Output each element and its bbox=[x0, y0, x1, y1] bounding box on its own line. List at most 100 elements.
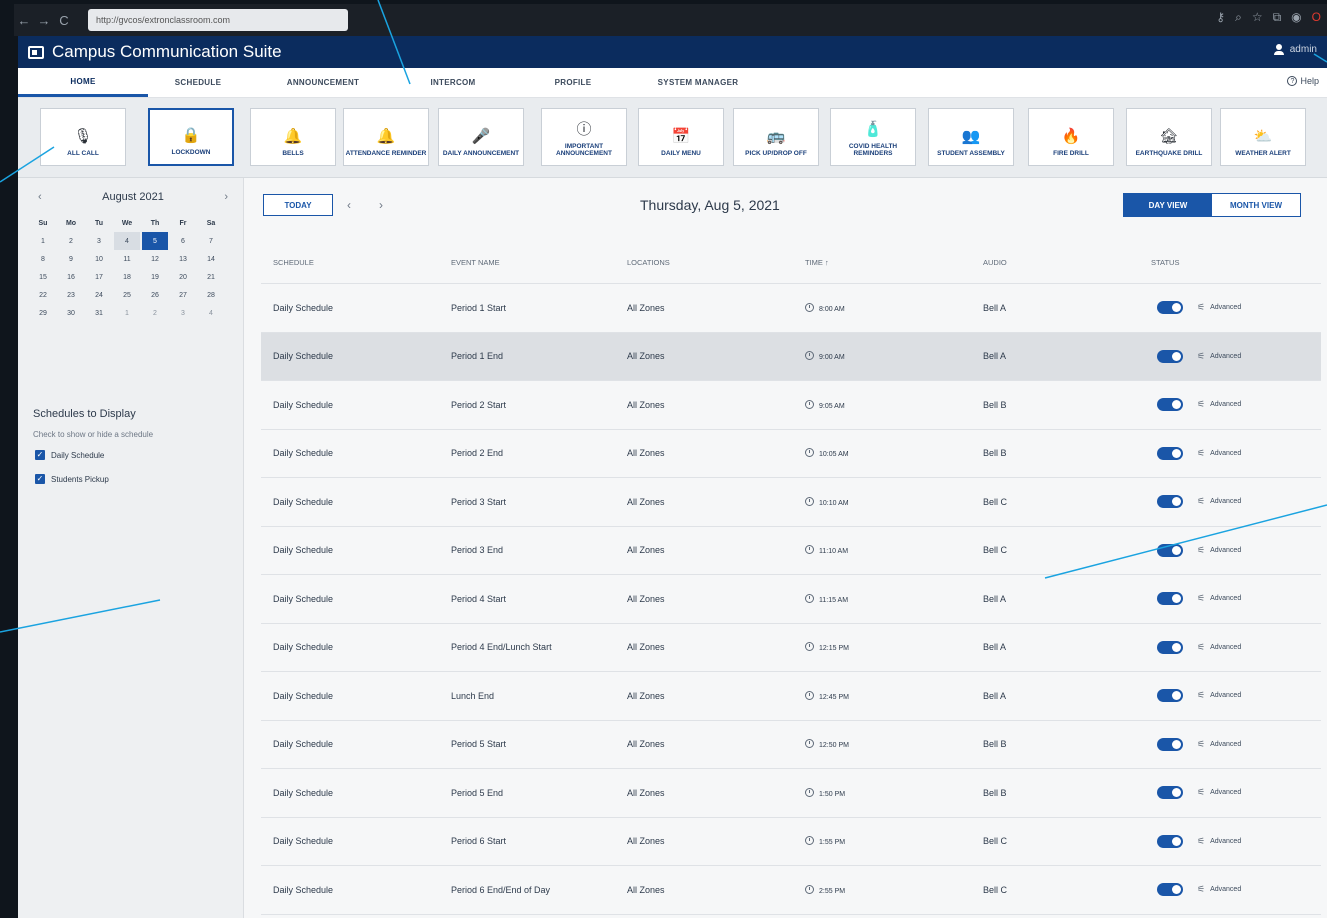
header-locations[interactable]: LOCATIONS bbox=[615, 258, 793, 267]
header-audio[interactable]: AUDIO bbox=[971, 258, 1139, 267]
calendar-day[interactable]: 8 bbox=[30, 250, 56, 268]
calendar-day[interactable]: 26 bbox=[142, 286, 168, 304]
tab-schedule[interactable]: SCHEDULE bbox=[148, 68, 248, 97]
advanced-link[interactable]: ⚟ Advanced bbox=[1197, 302, 1241, 313]
status-toggle[interactable] bbox=[1157, 689, 1183, 703]
status-toggle[interactable] bbox=[1157, 543, 1183, 557]
checkbox-checked-icon[interactable]: ✓ bbox=[35, 450, 45, 460]
calendar-day[interactable]: 3 bbox=[170, 304, 196, 322]
advanced-link[interactable]: ⚟ Advanced bbox=[1197, 642, 1241, 653]
calendar-day[interactable]: 20 bbox=[170, 268, 196, 286]
calendar-day[interactable]: 4 bbox=[114, 232, 140, 250]
header-status[interactable]: STATUS bbox=[1139, 258, 1321, 267]
calendar-day[interactable]: 2 bbox=[58, 232, 84, 250]
tab-profile[interactable]: PROFILE bbox=[508, 68, 638, 97]
calendar-day[interactable]: 11 bbox=[114, 250, 140, 268]
alert-daily-announcement[interactable]: 🎤 DAILY ANNOUNCEMENT bbox=[438, 108, 524, 166]
day-view-button[interactable]: DAY VIEW bbox=[1124, 194, 1212, 216]
back-icon[interactable]: ← bbox=[14, 13, 34, 28]
advanced-link[interactable]: ⚟ Advanced bbox=[1197, 739, 1241, 750]
table-row[interactable]: Daily Schedule Period 4 End/Lunch Start Al… bbox=[261, 624, 1321, 672]
table-row[interactable]: Daily Schedule Period 2 Start All Zones 9:0… bbox=[261, 381, 1321, 430]
table-row[interactable]: Daily Schedule Period 6 Start All Zones 1:5… bbox=[261, 818, 1321, 866]
calendar-day[interactable]: 10 bbox=[86, 250, 112, 268]
status-toggle[interactable] bbox=[1157, 398, 1183, 412]
table-row[interactable]: Daily Schedule Period 5 End All Zones 1:50 … bbox=[261, 769, 1321, 818]
header-schedule[interactable]: SCHEDULE bbox=[261, 258, 439, 267]
alert-pick-up-drop-off[interactable]: 🚌 PICK UP/DROP OFF bbox=[733, 108, 819, 166]
status-toggle[interactable] bbox=[1157, 883, 1183, 897]
tab-announcement[interactable]: ANNOUNCEMENT bbox=[248, 68, 398, 97]
table-row[interactable]: Daily Schedule Period 4 Start All Zones 11:… bbox=[261, 575, 1321, 624]
calendar-day[interactable]: 23 bbox=[58, 286, 84, 304]
calendar-day[interactable]: 22 bbox=[30, 286, 56, 304]
table-row[interactable]: Daily Schedule Period 3 End All Zones 11:10… bbox=[261, 527, 1321, 575]
tab-intercom[interactable]: INTERCOM bbox=[398, 68, 508, 97]
status-toggle[interactable] bbox=[1157, 786, 1183, 800]
calendar-day[interactable]: 1 bbox=[114, 304, 140, 322]
advanced-link[interactable]: ⚟ Advanced bbox=[1197, 836, 1241, 847]
tab-home[interactable]: HOME bbox=[18, 68, 148, 97]
calendar-day[interactable]: 31 bbox=[86, 304, 112, 322]
account-icon[interactable]: ◉ bbox=[1291, 10, 1301, 25]
status-toggle[interactable] bbox=[1157, 301, 1183, 315]
advanced-link[interactable]: ⚟ Advanced bbox=[1197, 884, 1241, 895]
status-toggle[interactable] bbox=[1157, 640, 1183, 654]
forward-icon[interactable]: → bbox=[34, 13, 54, 28]
schedule-filter-daily[interactable]: ✓ Daily Schedule bbox=[35, 450, 104, 460]
star-icon[interactable]: ☆ bbox=[1252, 10, 1263, 25]
status-toggle[interactable] bbox=[1157, 495, 1183, 509]
alert-bells[interactable]: 🔔 BELLS bbox=[250, 108, 336, 166]
alert-weather-alert[interactable]: ⛅ WEATHER ALERT bbox=[1220, 108, 1306, 166]
advanced-link[interactable]: ⚟ Advanced bbox=[1197, 690, 1241, 701]
calendar-day[interactable]: 17 bbox=[86, 268, 112, 286]
extension-icon[interactable]: ⧉ bbox=[1273, 10, 1282, 25]
alert-covid-health-reminders[interactable]: 🧴 COVID HEALTH REMINDERS bbox=[830, 108, 916, 166]
calendar-day[interactable]: 7 bbox=[198, 232, 224, 250]
advanced-link[interactable]: ⚟ Advanced bbox=[1197, 787, 1241, 798]
header-time[interactable]: TIME ↑ bbox=[793, 258, 971, 267]
address-bar[interactable]: http://gvcos/extronclassroom.com bbox=[88, 9, 348, 31]
table-row[interactable]: Daily Schedule Period 1 Start All Zones 8:0… bbox=[261, 284, 1321, 333]
alert-earthquake-drill[interactable]: 🏚 EARTHQUAKE DRILL bbox=[1126, 108, 1212, 166]
calendar-day[interactable]: 19 bbox=[142, 268, 168, 286]
alert-all-call[interactable]: 🎙 ALL CALL bbox=[40, 108, 126, 166]
advanced-link[interactable]: ⚟ Advanced bbox=[1197, 545, 1241, 556]
calendar-day[interactable]: 2 bbox=[142, 304, 168, 322]
calendar-day[interactable]: 1 bbox=[30, 232, 56, 250]
advanced-link[interactable]: ⚟ Advanced bbox=[1197, 448, 1241, 459]
today-button[interactable]: TODAY bbox=[263, 194, 333, 216]
prev-day-button[interactable]: ‹ bbox=[347, 198, 351, 212]
advanced-link[interactable]: ⚟ Advanced bbox=[1197, 351, 1241, 362]
calendar-day[interactable]: 12 bbox=[142, 250, 168, 268]
advanced-link[interactable]: ⚟ Advanced bbox=[1197, 496, 1241, 507]
month-view-button[interactable]: MONTH VIEW bbox=[1212, 194, 1300, 216]
table-row[interactable]: Daily Schedule Period 6 End/End of Day All… bbox=[261, 866, 1321, 915]
alert-lockdown[interactable]: 🔒 LOCKDOWN bbox=[148, 108, 234, 166]
alert-student-assembly[interactable]: 👥 STUDENT ASSEMBLY bbox=[928, 108, 1014, 166]
tab-system-manager[interactable]: SYSTEM MANAGER bbox=[638, 68, 758, 97]
help-link[interactable]: ? Help bbox=[1287, 76, 1319, 86]
calendar-day[interactable]: 15 bbox=[30, 268, 56, 286]
checkbox-checked-icon[interactable]: ✓ bbox=[35, 474, 45, 484]
table-row[interactable]: Daily Schedule Lunch End All Zones 12:45 PM… bbox=[261, 672, 1321, 721]
calendar-day[interactable]: 13 bbox=[170, 250, 196, 268]
calendar-day[interactable]: 16 bbox=[58, 268, 84, 286]
status-toggle[interactable] bbox=[1157, 834, 1183, 848]
calendar-day[interactable]: 25 bbox=[114, 286, 140, 304]
calendar-day[interactable]: 29 bbox=[30, 304, 56, 322]
alert-fire-drill[interactable]: 🔥 FIRE DRILL bbox=[1028, 108, 1114, 166]
calendar-day[interactable]: 14 bbox=[198, 250, 224, 268]
calendar-day[interactable]: 24 bbox=[86, 286, 112, 304]
table-row[interactable]: Daily Schedule Period 1 End All Zones 9:00 … bbox=[261, 332, 1321, 381]
calendar-day[interactable]: 5 bbox=[142, 232, 168, 250]
key-icon[interactable]: ⚷ bbox=[1216, 10, 1225, 25]
calendar-day[interactable]: 3 bbox=[86, 232, 112, 250]
reload-icon[interactable]: C bbox=[54, 13, 74, 28]
status-toggle[interactable] bbox=[1157, 592, 1183, 606]
table-row[interactable]: Daily Schedule Period 2 End All Zones 10:05… bbox=[261, 430, 1321, 478]
table-row[interactable]: Daily Schedule Period 3 Start All Zones 10:… bbox=[261, 478, 1321, 527]
calendar-day[interactable]: 30 bbox=[58, 304, 84, 322]
calendar-day[interactable]: 4 bbox=[198, 304, 224, 322]
calendar-day[interactable]: 6 bbox=[170, 232, 196, 250]
